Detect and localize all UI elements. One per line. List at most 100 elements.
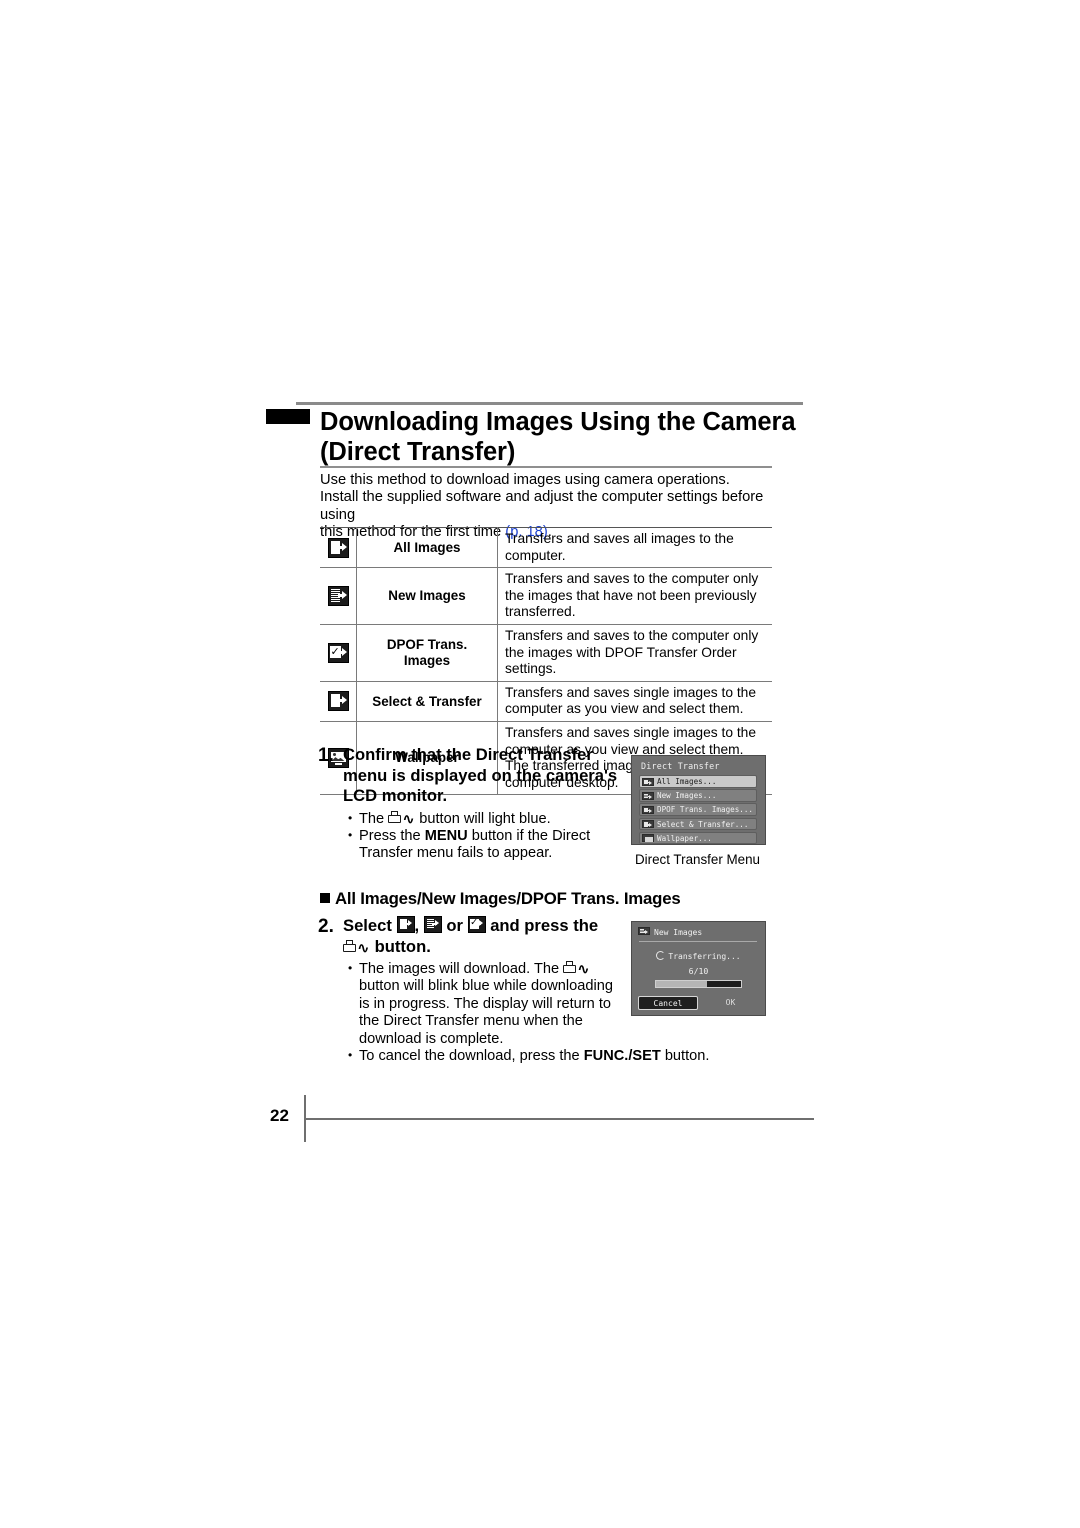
lcd-menu-item-label: Wallpaper...: [657, 833, 712, 843]
step-2-number: 2.: [318, 916, 334, 937]
footer-horizontal-rule: [304, 1118, 814, 1120]
bullet-item: The ∿ button will light blue.: [348, 809, 618, 828]
lcd-menu-item-label: All Images...: [657, 777, 717, 786]
page-title: Downloading Images Using the Camera (Dir…: [320, 407, 810, 467]
section-subheading-label: All Images/New Images/DPOF Trans. Images: [335, 889, 681, 908]
lcd-transfer-status: Transferring...: [632, 951, 765, 961]
step-1: 1. Confirm that the Direct Transfer menu…: [318, 745, 618, 863]
cancel-button[interactable]: Cancel: [638, 996, 698, 1010]
lcd-menu-list: All Images... New Images... DPOF Trans. …: [639, 775, 757, 846]
table-cell-description: Transfers and saves to the computer only…: [497, 567, 772, 625]
lcd-menu-caption: Direct Transfer Menu: [634, 852, 761, 867]
table-cell-icon: [320, 526, 357, 569]
intro-line-1: Use this method to download images using…: [320, 472, 730, 488]
bullet-text-post: button will blink blue while downloading…: [359, 978, 613, 1047]
table-cell-icon: ✓: [320, 623, 357, 682]
step-2-heading: Select , or ✓ and press the ∿ button.: [343, 916, 618, 957]
step-2-heading-mid: ,: [414, 916, 424, 935]
table-cell-description: Transfers and saves to the computer only…: [497, 623, 772, 682]
progress-fill: [656, 981, 707, 987]
lcd-menu-item-label: DPOF Trans. Images...: [657, 805, 754, 815]
title-underline: [320, 466, 772, 468]
step-2-heading-or: or: [441, 916, 468, 935]
step-1-heading: Confirm that the Direct Transfer menu is…: [343, 745, 618, 805]
transfer-all-icon: [642, 777, 654, 786]
table-cell-name: New Images: [356, 567, 498, 625]
wallpaper-icon: [642, 834, 654, 843]
bullet-text-pre: The images will download. The: [359, 961, 564, 977]
transfer-new-icon: [423, 916, 442, 933]
table-row: ✓ DPOF Trans. Images Transfers and saves…: [320, 623, 772, 682]
table-cell-name-line2: Images: [403, 652, 451, 668]
transfer-dpof-icon: [642, 805, 654, 814]
table-cell-description: Transfers and saves all images to the co…: [497, 526, 772, 569]
ok-button[interactable]: OK: [702, 996, 759, 1010]
step-2-heading-line2-post: button.: [370, 936, 431, 956]
bullet-item: To cancel the download, press the FUNC./…: [348, 1047, 759, 1065]
table-row: Select & Transfer Transfers and saves si…: [320, 680, 772, 722]
print-share-button-icon: ∿: [388, 810, 415, 826]
transfer-dpof-icon: ✓: [327, 642, 349, 663]
bullet-text-post: button will light blue.: [415, 810, 551, 827]
transfer-all-icon: [327, 537, 349, 558]
table-cell-icon: [320, 680, 357, 722]
page-title-line2: (Direct Transfer): [320, 438, 516, 466]
step-2-bullets: The images will download. The ∿ button w…: [348, 960, 709, 1065]
header-rule: [296, 402, 803, 405]
print-share-button-icon: ∿: [563, 961, 590, 977]
section-subheading: All Images/New Images/DPOF Trans. Images: [320, 889, 681, 909]
bullet-item: The images will download. The ∿ button w…: [348, 960, 626, 1048]
step-1-number: 1.: [318, 745, 334, 766]
spinner-icon: [656, 951, 666, 960]
lcd-menu-item-dpof-trans-images[interactable]: DPOF Trans. Images...: [639, 803, 757, 816]
bullet-text-pre: Press the: [359, 827, 425, 844]
transfer-all-icon: [396, 916, 415, 933]
bullet-text-pre: To cancel the download, press the: [359, 1048, 584, 1065]
step-2-heading-pre: Select: [343, 916, 397, 935]
transfer-new-icon: [327, 586, 349, 607]
lcd-menu-item-wallpaper[interactable]: Wallpaper...: [639, 831, 757, 845]
table-cell-name: DPOF Trans. Images: [356, 623, 498, 682]
page-number: 22: [270, 1106, 289, 1125]
lcd-transfer-status-label: Transferring...: [668, 952, 741, 961]
lcd-transfer-count: 6/10: [688, 966, 709, 976]
lcd-menu-title: Direct Transfer: [641, 761, 720, 771]
bullet-text-bold: FUNC./SET: [583, 1048, 661, 1065]
bullet-text-pre: The: [359, 810, 389, 827]
table-row: All Images Transfers and saves all image…: [320, 526, 772, 569]
intro-line-2: Install the supplied software and adjust…: [320, 489, 764, 523]
lcd-menu-item-select-transfer[interactable]: Select & Transfer...: [639, 817, 757, 831]
transfer-new-icon: [642, 791, 654, 800]
lcd-menu-item-all-images[interactable]: All Images...: [639, 775, 757, 788]
step-2-heading-post: and press the: [485, 916, 599, 935]
transfer-select-icon: [327, 691, 349, 712]
step-1-bullets: The ∿ button will light blue. Press the …: [348, 809, 618, 863]
lcd-transfer-title: New Images: [654, 928, 703, 937]
lcd-menu-item-new-images[interactable]: New Images...: [639, 789, 757, 802]
lcd-direct-transfer-menu: Direct Transfer All Images... New Images…: [631, 755, 766, 845]
bullet-item: Press the MENU button if the Direct Tran…: [348, 827, 618, 863]
lcd-menu-item-label: Select & Transfer...: [657, 819, 749, 829]
table-row: New Images Transfers and saves to the co…: [320, 567, 772, 625]
bullet-square-icon: [320, 893, 330, 903]
table-cell-name: All Images: [356, 526, 498, 569]
table-cell-name: Select & Transfer: [356, 680, 498, 722]
table-cell-description: Transfers and saves single images to the…: [497, 680, 772, 722]
transfer-dpof-icon: ✓: [467, 916, 486, 933]
lcd-transferring-dialog: New Images Transferring... 6/10 Cancel O…: [631, 921, 766, 1016]
lcd-transfer-buttons: Cancel OK: [638, 996, 759, 1010]
transfer-select-icon: [642, 820, 654, 829]
table-cell-icon: [320, 567, 357, 625]
header-marker-block: [266, 409, 310, 424]
manual-page: Downloading Images Using the Camera (Dir…: [0, 0, 1080, 1528]
step-2: 2. Select , or ✓ and press the ∿ button.…: [318, 916, 709, 1065]
table-cell-name-line1: DPOF Trans.: [386, 637, 468, 653]
page-title-line1: Downloading Images Using the Camera: [320, 408, 796, 436]
transfer-new-icon: [638, 927, 650, 935]
bullet-text-bold: MENU: [424, 827, 468, 844]
print-share-button-icon: ∿: [343, 939, 370, 955]
lcd-transfer-divider: [639, 941, 757, 942]
lcd-transfer-progress-bar: [655, 980, 742, 988]
bullet-text-post: button.: [660, 1048, 710, 1065]
lcd-menu-item-label: New Images...: [657, 791, 717, 801]
